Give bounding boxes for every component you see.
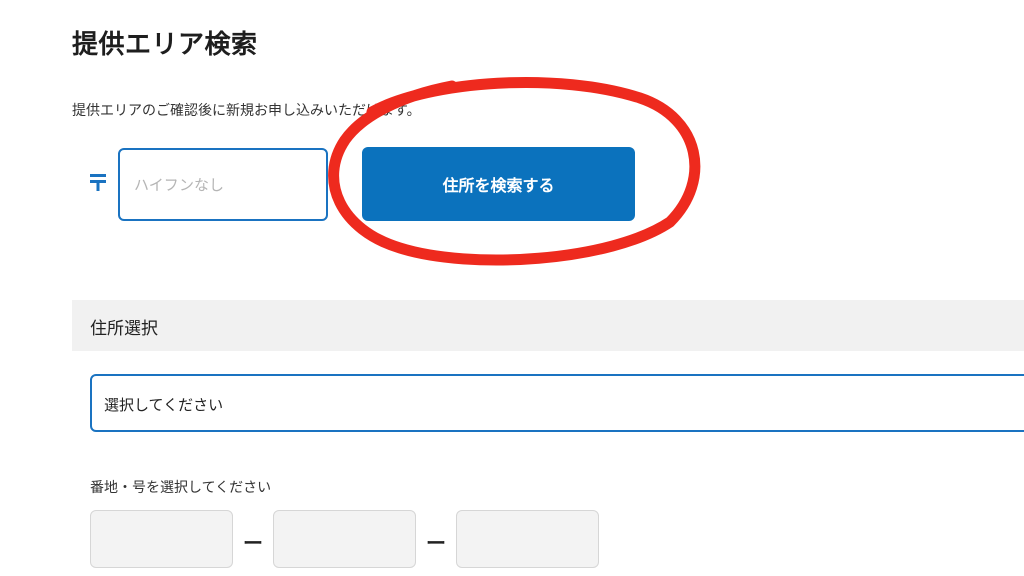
page-title: 提供エリア検索 — [72, 30, 258, 60]
block-number-label: 番地・号を選択してください — [90, 480, 272, 496]
block-field-banchi[interactable] — [90, 510, 233, 568]
address-section-header: 住所選択 — [72, 300, 1024, 351]
postal-mark-icon — [90, 174, 106, 191]
separator-dash: ー — [426, 531, 446, 555]
block-field-go[interactable] — [273, 510, 416, 568]
page: 提供エリア検索 提供エリアのご確認後に新規お申し込みいただけます。 住所を検索す… — [0, 0, 1024, 576]
search-address-button[interactable]: 住所を検索する — [362, 147, 635, 221]
block-field-extra[interactable] — [456, 510, 599, 568]
page-description: 提供エリアのご確認後に新規お申し込みいただけます。 — [72, 103, 421, 119]
postal-code-input[interactable] — [118, 148, 328, 221]
address-select[interactable]: 選択してください — [90, 374, 1024, 432]
address-select-value: 選択してください — [104, 396, 224, 414]
address-section-title: 住所選択 — [90, 319, 158, 339]
separator-dash: ー — [243, 531, 263, 555]
